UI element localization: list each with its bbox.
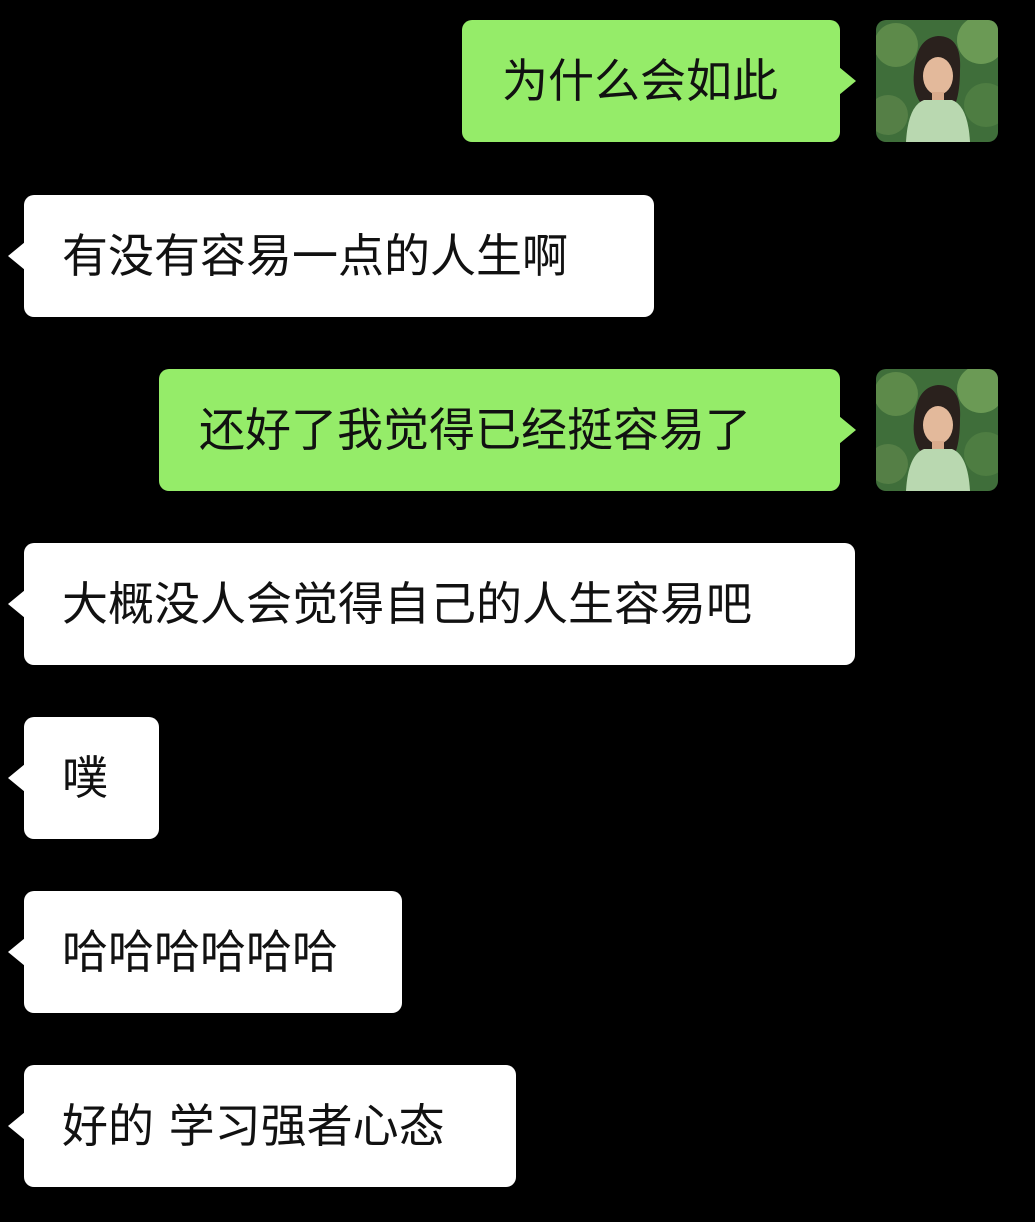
message-text: 还好了我觉得已经挺容易了: [199, 403, 751, 457]
outgoing-message-bubble[interactable]: 还好了我觉得已经挺容易了: [159, 369, 856, 491]
message-text: 噗: [62, 751, 108, 805]
message-text: 好的 学习强者心态: [62, 1099, 445, 1153]
chat-message-list[interactable]: 为什么会如此 有没有容易一点的人生啊 还好了我觉得已经挺容易了 大概没人会觉得自…: [0, 0, 1035, 1222]
user-avatar[interactable]: [876, 369, 998, 491]
message-text: 大概没人会觉得自己的人生容易吧: [62, 577, 752, 631]
avatar-photo-icon: [876, 369, 998, 491]
message-text: 有没有容易一点的人生啊: [62, 229, 568, 283]
message-text: 为什么会如此: [502, 54, 778, 108]
incoming-message-bubble[interactable]: 好的 学习强者心态: [8, 1065, 516, 1187]
incoming-message-bubble[interactable]: 哈哈哈哈哈哈: [8, 891, 402, 1013]
avatar-photo-icon: [876, 20, 998, 142]
outgoing-message-bubble[interactable]: 为什么会如此: [462, 20, 856, 142]
user-avatar[interactable]: [876, 20, 998, 142]
message-text: 哈哈哈哈哈哈: [62, 925, 338, 979]
incoming-message-bubble[interactable]: 噗: [8, 717, 159, 839]
incoming-message-bubble[interactable]: 有没有容易一点的人生啊: [8, 195, 654, 317]
incoming-message-bubble[interactable]: 大概没人会觉得自己的人生容易吧: [8, 543, 855, 665]
